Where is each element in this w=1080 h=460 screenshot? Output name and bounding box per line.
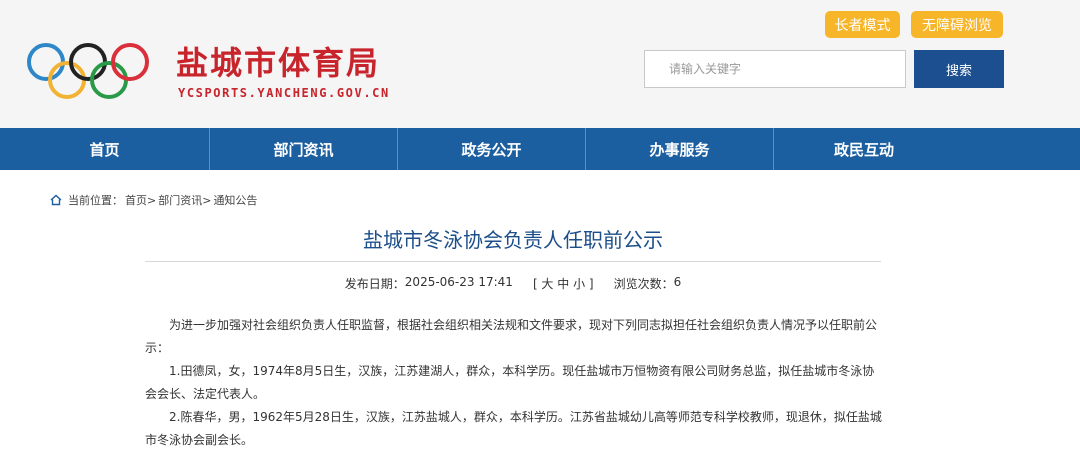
views-label: 浏览次数： [613,277,674,291]
article-paragraph: 1.田德凤，女，1974年8月5日生，汉族，江苏建湖人，群众，本科学历。现任盐城… [145,364,875,401]
breadcrumb-notices[interactable]: 通知公告 [213,192,257,208]
olympic-rings-logo[interactable] [24,40,154,102]
publish-date-label: 发布日期： [344,277,405,291]
accessible-browse-button[interactable]: 无障碍浏览 [911,11,1003,38]
publish-date: 2025-06-23 17:41 [404,275,513,289]
yellow-ring [48,61,86,99]
red-ring [111,43,149,81]
home-icon [50,194,62,206]
article-title: 盐城市冬泳协会负责人任职前公示 [363,228,663,252]
blue-ring [27,43,65,81]
nav-item-interaction[interactable]: 政民互动 [774,128,1080,170]
breadcrumb: 当前位置： 首页> 部门资讯> 通知公告 [50,192,259,208]
elder-mode-button[interactable]: 长者模式 [825,11,900,38]
article-paragraph: 2.陈春华，男，1962年5月28日生，汉族，江苏盐城人，群众，本科学历。江苏省… [145,410,882,447]
nav-item-home[interactable]: 首页 [0,128,210,170]
article-meta: 发布日期： 2025-06-23 17:41 [ 大 中 小 ] 浏览次数： 6 [145,275,881,292]
green-ring [90,61,128,99]
breadcrumb-dept-news[interactable]: 部门资讯> [158,192,211,208]
article-body: 为进一步加强对社会组织负责人任职监督，根据社会组织相关法规和文件要求，现对下列同… [145,314,885,452]
nav-item-gov-affairs[interactable]: 政务公开 [398,128,586,170]
title-divider [145,261,881,262]
breadcrumb-prefix: 当前位置： [68,194,123,207]
site-title[interactable]: 盐城市体育局 [176,38,380,84]
site-header: 盐城市体育局 YCSPORTS.YANCHENG.GOV.CN 长者模式 无障碍… [0,0,1080,128]
main-nav: 首页 部门资讯 政务公开 办事服务 政民互动 [0,128,1080,170]
nav-item-dept-news[interactable]: 部门资讯 [210,128,398,170]
font-size-control[interactable]: [ 大 中 小 ] [533,275,594,292]
black-ring [69,43,107,81]
breadcrumb-home[interactable]: 首页> [125,192,156,208]
article-paragraph: 为进一步加强对社会组织负责人任职监督，根据社会组织相关法规和文件要求，现对下列同… [145,318,878,355]
search-button[interactable]: 搜索 [914,50,1004,88]
site-domain: YCSPORTS.YANCHENG.GOV.CN [178,86,390,100]
nav-item-services[interactable]: 办事服务 [586,128,774,170]
search-input[interactable] [644,50,906,88]
views-count: 6 [673,275,682,289]
